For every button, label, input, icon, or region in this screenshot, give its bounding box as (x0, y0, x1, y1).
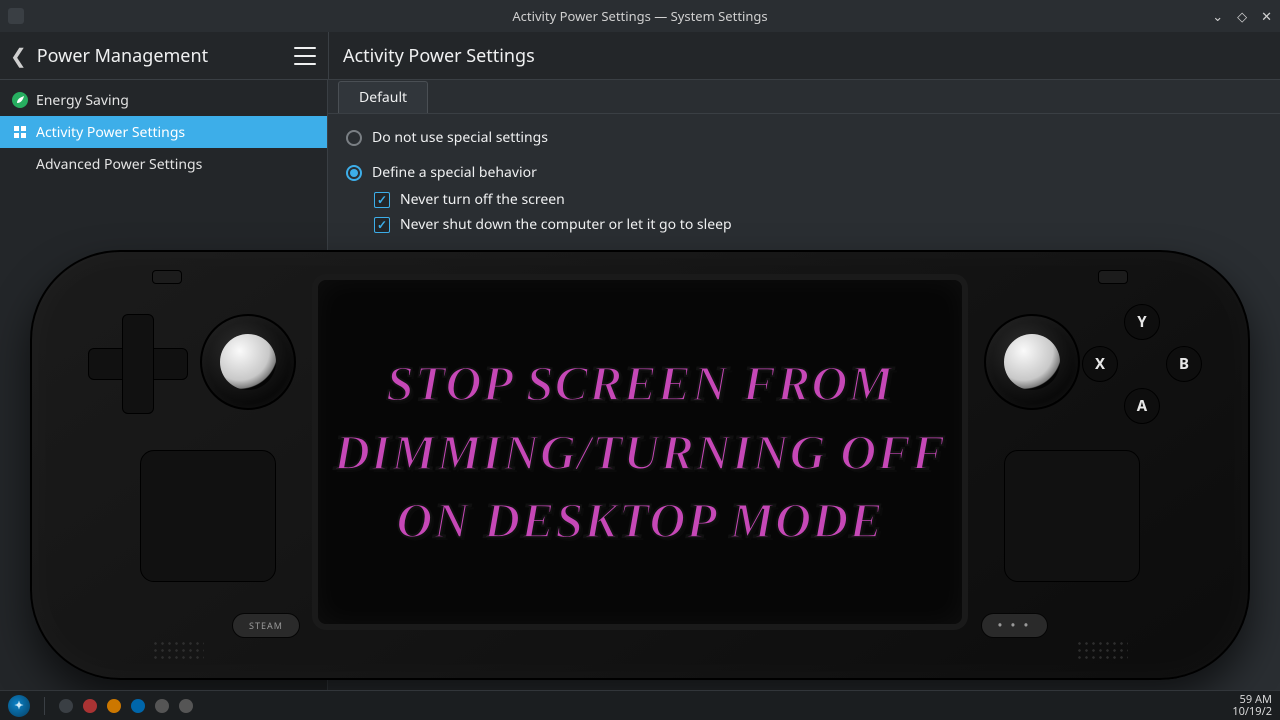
window-minimize-button[interactable]: ⌄ (1212, 7, 1223, 25)
checkbox-never-shut-down[interactable]: Never shut down the computer or let it g… (374, 215, 1262, 234)
leaf-icon (12, 92, 28, 108)
window-titlebar: Activity Power Settings — System Setting… (0, 0, 1280, 32)
taskbar-app-icon[interactable] (107, 699, 121, 713)
radio-label: Define a special behavior (372, 163, 537, 182)
window-close-button[interactable]: ✕ (1261, 7, 1272, 25)
taskbar-app-icon[interactable] (131, 699, 145, 713)
checkbox-label: Never turn off the screen (400, 190, 565, 209)
radio-do-not-use-special[interactable]: Do not use special settings (346, 128, 1262, 147)
taskbar-app-icon[interactable] (59, 699, 73, 713)
sliders-icon (12, 158, 28, 170)
radio-icon (346, 130, 362, 146)
checkbox-never-turn-off-screen[interactable]: Never turn off the screen (374, 190, 1262, 209)
sidebar: Energy Saving Activity Power Settings Ad… (0, 80, 328, 690)
sidebar-item-label: Advanced Power Settings (36, 155, 202, 174)
hamburger-menu-button[interactable] (294, 47, 316, 65)
radio-define-special-behavior[interactable]: Define a special behavior (346, 163, 1262, 182)
chevron-left-icon: ❮ (10, 42, 27, 69)
sidebar-item-advanced-power-settings[interactable]: Advanced Power Settings (0, 148, 327, 180)
page-title: Activity Power Settings (343, 44, 535, 68)
checkbox-icon (374, 192, 390, 208)
tab-panel-default: Do not use special settings Define a spe… (328, 114, 1280, 258)
checkbox-label: Never shut down the computer or let it g… (400, 215, 732, 234)
sidebar-item-label: Energy Saving (36, 91, 129, 110)
window-maximize-button[interactable]: ◇ (1237, 7, 1247, 25)
main-area: Energy Saving Activity Power Settings Ad… (0, 80, 1280, 690)
app-icon (8, 8, 24, 24)
content-panel: Default Do not use special settings Defi… (328, 80, 1280, 690)
tab-bar: Default (328, 80, 1280, 114)
separator (44, 697, 45, 715)
radio-icon (346, 165, 362, 181)
window-title: Activity Power Settings — System Setting… (512, 7, 767, 25)
activity-icon (12, 124, 28, 140)
taskbar-clock[interactable]: 59 AM 10/19/2 (1232, 694, 1272, 717)
sidebar-item-label: Activity Power Settings (36, 123, 185, 142)
clock-date: 10/19/2 (1232, 706, 1272, 718)
taskbar-app-icon[interactable] (179, 699, 193, 713)
mouse-cursor-icon: ↖ (988, 296, 1003, 320)
taskbar-app-icon[interactable] (83, 699, 97, 713)
taskbar: ✦ 59 AM 10/19/2 (0, 690, 1280, 720)
breadcrumb-label: Power Management (37, 44, 208, 68)
tab-default[interactable]: Default (338, 81, 428, 113)
breadcrumb-back[interactable]: ❮ Power Management (10, 42, 208, 69)
taskbar-app-icon[interactable] (155, 699, 169, 713)
sidebar-item-energy-saving[interactable]: Energy Saving (0, 84, 327, 116)
checkbox-icon (374, 217, 390, 233)
radio-label: Do not use special settings (372, 128, 548, 147)
app-launcher-button[interactable]: ✦ (8, 695, 30, 717)
sidebar-item-activity-power-settings[interactable]: Activity Power Settings (0, 116, 327, 148)
header-row: ❮ Power Management Activity Power Settin… (0, 32, 1280, 80)
